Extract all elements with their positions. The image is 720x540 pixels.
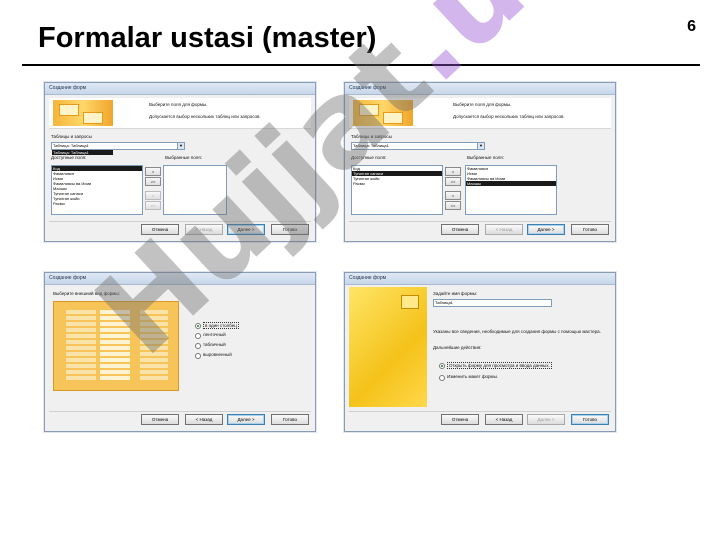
available-fields-label: Доступные поля: [351,155,387,160]
remove-field-button[interactable]: < [145,191,161,200]
finish-button[interactable]: Готово [271,414,309,425]
list-item[interactable]: Маошы [466,181,556,186]
chevron-down-icon[interactable]: ▼ [177,142,185,150]
add-all-fields-button[interactable]: >> [145,177,161,186]
back-button[interactable]: < Назад [185,224,223,235]
modify-design-label: Изменить макет формы. [447,374,499,379]
layout-datasheet-radio[interactable] [195,343,201,349]
open-form-radio[interactable] [439,363,445,369]
divider [349,411,611,412]
available-fields-label: Доступные поля: [51,155,87,160]
add-field-button[interactable]: > [145,167,161,176]
selected-fields-label: Выбранные поля: [165,155,202,160]
form-name-prompt: Задайте имя формы: [433,291,478,296]
add-all-fields-button[interactable]: >> [445,177,461,186]
available-fields-list[interactable]: Код Туғилган санаси Туғилган жойи Расми [351,165,443,215]
next-button[interactable]: Далее > [527,414,565,425]
selected-fields-list[interactable] [163,165,227,215]
divider [49,411,311,412]
layout-justified-label: выровненный [203,352,232,357]
layout-preview [53,301,179,391]
remove-all-fields-button[interactable]: << [145,201,161,210]
layout-columnar-label: в один столбец [203,322,239,329]
title-divider [22,64,700,66]
dialog-title: Создание форм [345,273,615,285]
back-button[interactable]: < Назад [185,414,223,425]
finish-button[interactable]: Готово [571,224,609,235]
form-wizard-step1: Создание форм Выберите поля для формы. Д… [44,82,316,242]
wizard-banner: Выберите поля для формы. Допускается выб… [49,98,311,129]
wizard-finish-illustration-icon [349,287,427,407]
tables-label: Таблицы и запросы [51,134,92,139]
table-combo[interactable]: Таблица: Таблица1 [51,142,178,150]
wizard-illustration-icon [53,100,113,126]
back-button[interactable]: < Назад [485,414,523,425]
layout-tabular-radio[interactable] [195,333,201,339]
layout-justified-radio[interactable] [195,353,201,359]
dialog-title: Создание форм [345,83,615,95]
form-wizard-step2: Создание форм Выберите поля для формы. Д… [344,82,616,242]
list-item[interactable]: Расми [352,181,442,186]
list-item[interactable]: Расми [52,201,142,206]
cancel-button[interactable]: Отмена [141,414,179,425]
finish-button[interactable]: Готово [571,414,609,425]
back-button[interactable]: < Назад [485,224,523,235]
next-actions-label: Дальнейшие действия: [433,345,482,350]
divider [49,221,311,222]
wizard-prompt: Выберите внешний вид формы: [53,291,120,296]
cancel-button[interactable]: Отмена [441,224,479,235]
next-button[interactable]: Далее > [227,224,265,235]
modify-design-radio[interactable] [439,375,445,381]
wizard-banner: Выберите поля для формы. Допускается выб… [349,98,611,129]
dialog-title: Создание форм [45,83,315,95]
selected-fields-label: Выбранные поля: [467,155,504,160]
next-button[interactable]: Далее > [227,414,265,425]
wizard-info: Указаны все сведения, необходимые для со… [433,329,601,334]
chevron-down-icon[interactable]: ▼ [477,142,485,150]
table-combo[interactable]: Таблица: Таблица1 [351,142,478,150]
remove-field-button[interactable]: < [445,191,461,200]
wizard-hint: Допускается выбор нескольких таблиц или … [149,114,261,119]
remove-all-fields-button[interactable]: << [445,201,461,210]
selected-fields-list[interactable]: Фамилиясн Исми Фамилиясы ва Исми Маошы [465,165,557,215]
form-wizard-step3: Создание форм Выберите внешний вид формы… [44,272,316,432]
layout-columnar-radio[interactable] [195,323,201,329]
divider [349,221,611,222]
cancel-button[interactable]: Отмена [441,414,479,425]
wizard-prompt: Выберите поля для формы. [453,102,512,107]
wizard-hint: Допускается выбор нескольких таблиц или … [453,114,565,119]
form-name-input[interactable]: Таблица1 [433,299,552,307]
finish-button[interactable]: Готово [271,224,309,235]
add-field-button[interactable]: > [445,167,461,176]
slide-number: 6 [687,18,696,35]
layout-datasheet-label: табличный [203,342,226,347]
dialog-title: Создание форм [45,273,315,285]
form-wizard-step4: Создание форм Задайте имя формы: Таблица… [344,272,616,432]
available-fields-list[interactable]: Код Фамилиясн Исми Фамилиясы ва Исми Мао… [51,165,143,215]
layout-tabular-label: ленточный [203,332,226,337]
tables-label: Таблицы и запросы [351,134,392,139]
wizard-prompt: Выберите поля для формы. [149,102,208,107]
cancel-button[interactable]: Отмена [141,224,179,235]
wizard-illustration-icon [353,100,413,126]
open-form-label: Открыть форму для просмотра и ввода данн… [447,362,552,369]
next-button[interactable]: Далее > [527,224,565,235]
slide-title: Formalar ustasi (master) [38,22,377,54]
